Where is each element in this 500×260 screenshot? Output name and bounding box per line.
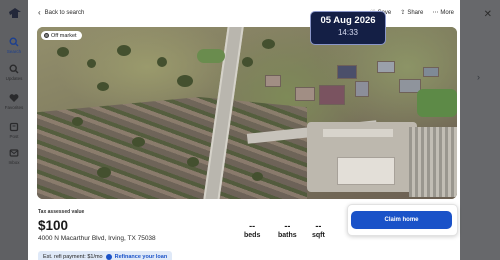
refi-banner: Est. refi payment: $1/mo Refinance your … — [38, 251, 173, 260]
modal-header: ‹ Back to search ♡ Save ⇪ Share ⋯ More — [28, 0, 460, 27]
rail-item-label: Inbox — [8, 160, 20, 165]
overlay-date: 05 Aug 2026 — [320, 15, 376, 26]
left-nav-rail: Search Updates Favorites Post Inbox — [0, 0, 28, 260]
stat-value: -- — [284, 221, 291, 231]
rail-item-label: Favorites — [4, 105, 24, 110]
close-icon[interactable]: ✕ — [484, 9, 492, 20]
rail-item-inbox[interactable]: Inbox — [0, 148, 28, 165]
chevron-left-icon: ‹ — [38, 8, 41, 17]
status-dot-icon — [44, 33, 49, 38]
rail-item-label: Search — [6, 49, 22, 54]
stat-label: baths — [278, 232, 297, 239]
rail-item-label: Updates — [5, 76, 23, 81]
stat-sqft: -- sqft — [312, 221, 325, 240]
stat-beds: -- beds — [244, 221, 261, 240]
claim-home-card: Claim home — [347, 204, 458, 236]
inbox-icon — [9, 149, 19, 157]
off-market-label: Off market — [51, 32, 77, 39]
property-address: 4000 N Macarthur Blvd, Irving, TX 75038 — [38, 235, 156, 242]
rail-item-updates[interactable]: Updates — [0, 64, 28, 81]
stat-label: sqft — [312, 232, 325, 239]
post-icon — [9, 122, 19, 132]
rail-item-search[interactable]: Search — [0, 37, 28, 54]
search-icon — [9, 37, 19, 47]
tax-assessed-label: Tax assessed value — [38, 209, 85, 215]
share-icon: ⇪ — [400, 10, 406, 16]
stat-label: beds — [244, 232, 261, 239]
share-label: Share — [407, 9, 424, 16]
refinance-icon — [105, 254, 112, 260]
back-to-search-link[interactable]: ‹ Back to search — [38, 8, 85, 17]
aerial-photo[interactable]: Off market — [37, 27, 457, 199]
rail-item-favorites[interactable]: Favorites — [0, 93, 28, 110]
bell-icon — [9, 64, 19, 74]
more-button[interactable]: ⋯ More — [432, 9, 454, 17]
rail-item-label: Post — [9, 134, 19, 139]
share-button[interactable]: ⇪ Share — [400, 9, 424, 17]
page-backdrop: ✕ › — [458, 0, 500, 260]
stat-value: -- — [249, 221, 256, 231]
datetime-overlay: 05 Aug 2026 14:33 — [310, 11, 386, 45]
more-label: More — [440, 9, 454, 16]
stat-baths: -- baths — [278, 221, 297, 240]
refi-payment-text: Est. refi payment: $1/mo — [43, 254, 103, 260]
off-market-badge: Off market — [41, 31, 82, 40]
overlay-time: 14:33 — [337, 28, 359, 37]
more-icon: ⋯ — [432, 10, 439, 16]
refinance-link[interactable]: Refinance your loan — [115, 254, 168, 260]
property-price: $100 — [38, 218, 69, 233]
heart-icon — [9, 94, 19, 102]
chevron-right-icon: › — [477, 72, 480, 82]
zillow-logo-icon[interactable] — [8, 7, 22, 19]
rail-item-post[interactable]: Post — [0, 122, 28, 139]
back-to-search-label: Back to search — [44, 10, 85, 16]
property-modal: ‹ Back to search ♡ Save ⇪ Share ⋯ More — [28, 0, 460, 260]
stat-value: -- — [315, 221, 322, 231]
claim-home-button[interactable]: Claim home — [351, 211, 452, 229]
